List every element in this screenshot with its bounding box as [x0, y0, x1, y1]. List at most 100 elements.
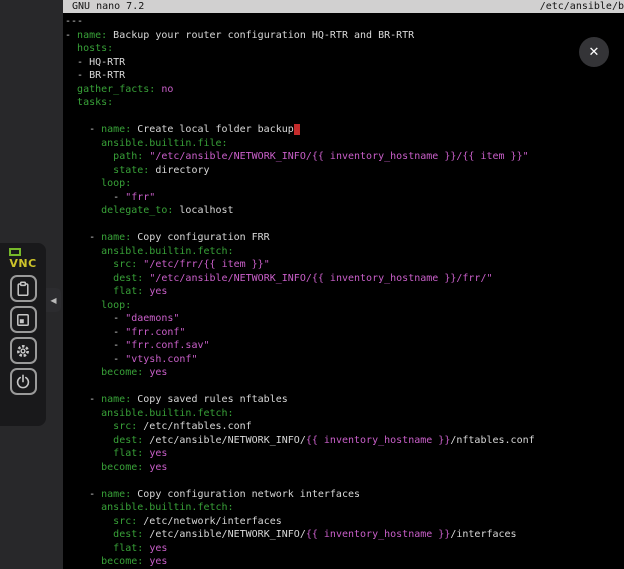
- code-segment: [65, 84, 77, 95]
- terminal-line: become: yes: [65, 461, 624, 475]
- code-segment: [65, 151, 113, 162]
- terminal-line: - "frr": [65, 191, 624, 205]
- code-segment: [65, 273, 113, 284]
- code-segment: /etc/ansible/NETWORK_INFO/: [143, 529, 306, 540]
- code-segment: ansible.builtin.file:: [101, 138, 227, 149]
- code-segment: path:: [113, 151, 143, 162]
- power-icon: [15, 374, 31, 390]
- editor-content[interactable]: ---- name: Backup your router configurat…: [63, 13, 624, 569]
- terminal-line: hosts:: [65, 42, 624, 56]
- clipboard-icon: [15, 281, 31, 297]
- code-segment: -: [65, 124, 101, 135]
- code-segment: flat:: [113, 543, 143, 554]
- code-segment: ansible.builtin.fetch:: [101, 502, 233, 513]
- code-segment: tasks:: [77, 97, 113, 108]
- terminal-line: src: /etc/network/interfaces: [65, 515, 624, 529]
- clipboard-button[interactable]: [10, 275, 37, 302]
- terminal-line: ansible.builtin.fetch:: [65, 245, 624, 259]
- terminal-line: - "daemons": [65, 312, 624, 326]
- terminal-line: flat: yes: [65, 285, 624, 299]
- terminal-line: - name: Create local folder backup: [65, 123, 624, 137]
- code-segment: [65, 421, 113, 432]
- code-segment: [65, 448, 113, 459]
- code-segment: [65, 367, 101, 378]
- code-segment: - BR-RTR: [65, 70, 125, 81]
- code-segment: name:: [101, 232, 131, 243]
- terminal-line: path: "/etc/ansible/NETWORK_INFO/{{ inve…: [65, 150, 624, 164]
- terminal-line: src: /etc/nftables.conf: [65, 420, 624, 434]
- code-segment: "/etc/ansible/NETWORK_INFO/{{ inventory_…: [149, 151, 528, 162]
- code-segment: no: [161, 84, 173, 95]
- terminal-line: - BR-RTR: [65, 69, 624, 83]
- terminal-line: loop:: [65, 299, 624, 313]
- code-segment: -: [65, 232, 101, 243]
- code-segment: [65, 556, 101, 567]
- code-segment: dest:: [113, 529, 143, 540]
- nano-titlebar: GNU nano 7.2 /etc/ansible/b: [63, 0, 624, 13]
- terminal-line: flat: yes: [65, 542, 624, 556]
- code-segment: directory: [149, 165, 209, 176]
- terminal-line: become: yes: [65, 366, 624, 380]
- code-segment: Copy saved rules nftables: [131, 394, 288, 405]
- code-segment: yes: [149, 543, 167, 554]
- code-segment: hosts:: [77, 43, 113, 54]
- code-segment: name:: [101, 394, 131, 405]
- code-segment: [65, 502, 101, 513]
- code-segment: become:: [101, 367, 143, 378]
- code-segment: [65, 246, 101, 257]
- code-segment: [65, 138, 101, 149]
- terminal-line: dest: /etc/ansible/NETWORK_INFO/{{ inven…: [65, 434, 624, 448]
- text-cursor: [294, 124, 300, 135]
- terminal-line: - name: Copy configuration FRR: [65, 231, 624, 245]
- code-segment: yes: [149, 462, 167, 473]
- code-segment: yes: [149, 367, 167, 378]
- code-segment: [65, 97, 77, 108]
- fullscreen-icon: [15, 312, 31, 328]
- code-segment: src:: [113, 516, 137, 527]
- terminal-line: - "frr.conf": [65, 326, 624, 340]
- terminal-line: ansible.builtin.fetch:: [65, 501, 624, 515]
- close-button[interactable]: ✕: [579, 37, 609, 67]
- terminal-line: - name: Copy configuration network inter…: [65, 488, 624, 502]
- code-segment: Copy configuration FRR: [131, 232, 269, 243]
- code-segment: -: [65, 354, 125, 365]
- code-segment: name:: [77, 30, 107, 41]
- terminal-line: state: directory: [65, 164, 624, 178]
- fullscreen-button[interactable]: [10, 306, 37, 333]
- code-segment: "/etc/frr/{{ item }}": [143, 259, 269, 270]
- terminal-window[interactable]: GNU nano 7.2 /etc/ansible/b ---- name: B…: [63, 0, 624, 569]
- code-segment: delegate_to:: [101, 205, 173, 216]
- code-segment: - HQ-RTR: [65, 57, 125, 68]
- code-segment: loop:: [101, 178, 131, 189]
- code-segment: [65, 529, 113, 540]
- terminal-line: ansible.builtin.file:: [65, 137, 624, 151]
- nano-app-title: GNU nano 7.2: [72, 0, 144, 13]
- code-segment: {{ inventory_hostname }}: [306, 529, 451, 540]
- close-icon: ✕: [589, 45, 600, 60]
- code-segment: -: [65, 313, 125, 324]
- terminal-line: - name: Copy saved rules nftables: [65, 393, 624, 407]
- terminal-line: tasks:: [65, 96, 624, 110]
- code-segment: [65, 408, 101, 419]
- settings-button[interactable]: [10, 337, 37, 364]
- code-segment: [65, 516, 113, 527]
- terminal-line: src: "/etc/frr/{{ item }}": [65, 258, 624, 272]
- code-segment: [65, 259, 113, 270]
- code-segment: "daemons": [125, 313, 179, 324]
- code-segment: state:: [113, 165, 149, 176]
- code-segment: [65, 300, 101, 311]
- code-segment: src:: [113, 421, 137, 432]
- code-segment: [65, 205, 101, 216]
- code-segment: [65, 286, 113, 297]
- novnc-cursor-icon: [9, 248, 21, 256]
- code-segment: Create local folder backup: [131, 124, 294, 135]
- code-segment: flat:: [113, 286, 143, 297]
- code-segment: -: [65, 489, 101, 500]
- code-segment: [65, 178, 101, 189]
- code-segment: yes: [149, 448, 167, 459]
- code-segment: -: [65, 327, 125, 338]
- sidebar-collapse-handle[interactable]: ◀: [46, 288, 61, 312]
- terminal-line: [65, 218, 624, 232]
- power-button[interactable]: [10, 368, 37, 395]
- code-segment: dest:: [113, 435, 143, 446]
